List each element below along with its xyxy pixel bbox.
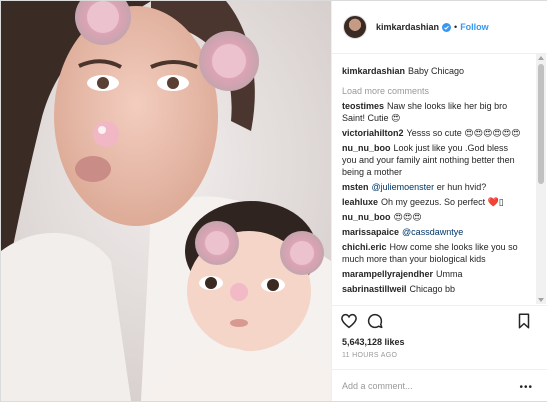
comment-text: Oh my geezus. So perfect ❤️▯ <box>381 197 504 207</box>
comment-item: leahluxe Oh my geezus. So perfect ❤️▯ <box>342 196 525 208</box>
comments-list[interactable]: kimkardashian Baby Chicago Load more comm… <box>332 54 535 304</box>
comment-item: marissapaice @cassdawntye <box>342 226 525 238</box>
comment-username[interactable]: leahluxe <box>342 197 378 207</box>
comment-username[interactable]: sabrinastillweil <box>342 284 407 294</box>
comment-text: Chicago bb <box>409 284 456 294</box>
comment-username[interactable]: nu_nu_boo <box>342 143 391 153</box>
comment-item: sabrinastillweil Chicago bb <box>342 283 525 295</box>
comment-text: Yesss so cute 😍😍😍😍😍😍 <box>406 128 521 138</box>
caption-username[interactable]: kimkardashian <box>342 66 405 76</box>
post-side-panel: kimkardashian • Follow kimkardashian Baby… <box>331 1 547 401</box>
comment-item: nu_nu_boo Look just like you .God bless y… <box>342 142 525 178</box>
comment-text: Umma <box>436 269 463 279</box>
comment-item: msten @juliemoenster er hun hvid? <box>342 181 525 193</box>
avatar[interactable] <box>343 15 367 39</box>
verified-badge-icon <box>442 22 452 32</box>
comment-username[interactable]: chichi.eric <box>342 242 387 252</box>
comment-text: 😍😍😍 <box>393 212 422 222</box>
comment-username[interactable]: msten <box>342 182 369 192</box>
comment-username[interactable]: victoriahilton2 <box>342 128 404 138</box>
comment-mention[interactable]: @cassdawntye <box>402 227 463 237</box>
bookmark-icon[interactable] <box>515 312 533 330</box>
heart-icon[interactable] <box>340 312 358 330</box>
comment-username[interactable]: nu_nu_boo <box>342 212 391 222</box>
caption: kimkardashian Baby Chicago <box>342 65 525 77</box>
comment-item: marampellyrajendher Umma <box>342 268 525 280</box>
comments-scrollbar[interactable] <box>536 54 546 304</box>
comment-username[interactable]: teostimes <box>342 101 384 111</box>
comment-mention[interactable]: @juliemoenster <box>372 182 435 192</box>
add-comment-row: ••• <box>332 369 547 402</box>
comment-item: teostimes Naw she looks like her big bro … <box>342 100 525 124</box>
load-more-comments-link[interactable]: Load more comments <box>342 85 525 97</box>
comment-item: chichi.eric How come she looks like you s… <box>342 241 525 265</box>
post-photo[interactable] <box>1 1 331 401</box>
scrollbar-thumb[interactable] <box>538 64 544 184</box>
separator-dot: • <box>454 22 458 32</box>
comment-username[interactable]: marampellyrajendher <box>342 269 433 279</box>
scroll-up-arrow-icon[interactable] <box>538 56 544 60</box>
scroll-down-arrow-icon[interactable] <box>538 298 544 302</box>
comment-item: nu_nu_boo 😍😍😍 <box>342 211 525 223</box>
comment-username[interactable]: marissapaice <box>342 227 399 237</box>
post-image <box>1 1 331 401</box>
comment-item: victoriahilton2 Yesss so cute 😍😍😍😍😍😍 <box>342 127 525 139</box>
comment-icon[interactable] <box>366 312 384 330</box>
comment-text: er hun hvid? <box>436 182 487 192</box>
caption-text: Baby Chicago <box>408 66 465 76</box>
likes-count[interactable]: 5,643,128 likes <box>342 337 405 347</box>
username[interactable]: kimkardashian <box>376 22 439 32</box>
post-header: kimkardashian • Follow <box>332 1 547 54</box>
follow-button[interactable]: Follow <box>460 22 489 32</box>
add-comment-input[interactable] <box>340 380 514 392</box>
more-options-icon[interactable]: ••• <box>519 382 533 393</box>
action-bar <box>332 305 547 336</box>
post-timestamp: 11 HOURS AGO <box>342 352 398 359</box>
instagram-post-window: kimkardashian • Follow kimkardashian Baby… <box>0 0 547 402</box>
